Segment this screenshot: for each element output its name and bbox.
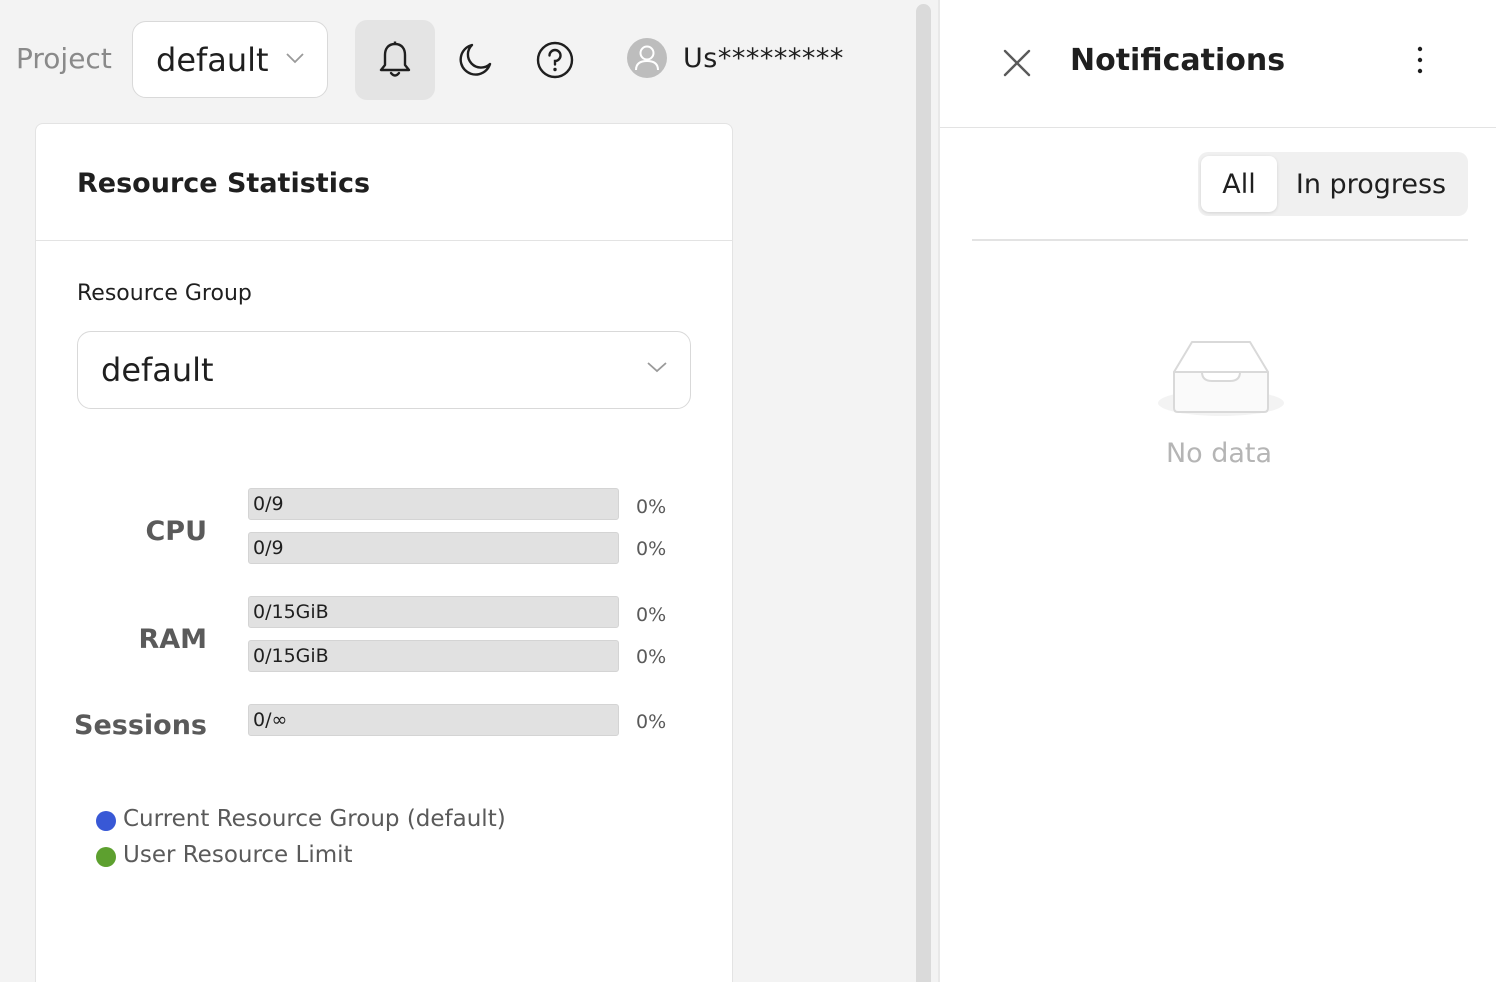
resource-statistics-card: Resource Statistics Resource Group defau… bbox=[35, 123, 733, 982]
resource-group-label: Resource Group bbox=[77, 281, 252, 306]
bar-value: 0/15GiB bbox=[253, 645, 329, 667]
legend-swatch bbox=[96, 810, 116, 831]
user-icon bbox=[635, 45, 659, 71]
tab-in-progress[interactable]: In progress bbox=[1286, 156, 1456, 212]
avatar bbox=[627, 38, 667, 78]
help-icon bbox=[536, 41, 574, 79]
project-select[interactable]: default bbox=[132, 21, 328, 98]
project-label: Project bbox=[16, 42, 112, 75]
bell-icon bbox=[379, 41, 411, 77]
notifications-button[interactable] bbox=[355, 20, 435, 100]
resource-group-value: default bbox=[101, 351, 214, 389]
ram-limit-percent: 0% bbox=[636, 646, 667, 668]
legend-swatch bbox=[96, 846, 116, 867]
cpu-limit-bar: 0/9 bbox=[248, 532, 619, 564]
user-menu[interactable]: Us********* bbox=[627, 38, 844, 78]
theme-toggle-button[interactable] bbox=[435, 20, 515, 100]
ram-current-percent: 0% bbox=[636, 604, 667, 626]
ram-current-bar: 0/15GiB bbox=[248, 596, 619, 628]
close-icon bbox=[1003, 49, 1031, 77]
app-root: Project default Us********* Resource Sta… bbox=[0, 0, 1496, 982]
empty-state-text: No data bbox=[1165, 438, 1273, 469]
close-button[interactable] bbox=[1000, 46, 1034, 80]
scrollbar-thumb[interactable] bbox=[916, 4, 931, 982]
moon-icon bbox=[459, 43, 492, 76]
username: Us********* bbox=[683, 42, 844, 74]
notification-filter-tabs: All In progress bbox=[1198, 152, 1468, 216]
bar-value: 0/15GiB bbox=[253, 601, 329, 623]
card-title: Resource Statistics bbox=[77, 167, 371, 199]
more-options-button[interactable] bbox=[1408, 44, 1432, 78]
cpu-current-bar: 0/9 bbox=[248, 488, 619, 520]
project-select-value: default bbox=[156, 40, 269, 79]
cpu-limit-percent: 0% bbox=[636, 538, 667, 560]
bar-value: 0/∞ bbox=[253, 709, 288, 731]
bar-value: 0/9 bbox=[253, 493, 284, 515]
chevron-down-icon bbox=[647, 362, 667, 373]
chevron-down-icon bbox=[286, 53, 304, 64]
legend-current-group: Current Resource Group (default) bbox=[96, 806, 506, 832]
tab-all[interactable]: All bbox=[1201, 156, 1277, 212]
cpu-current-percent: 0% bbox=[636, 496, 667, 518]
sessions-label: Sessions bbox=[74, 710, 207, 741]
cpu-label: CPU bbox=[145, 516, 207, 547]
empty-inbox-icon bbox=[1158, 341, 1284, 416]
notifications-drawer: Notifications All In progress No data bbox=[938, 0, 1496, 982]
legend-label: User Resource Limit bbox=[123, 842, 353, 868]
bar-value: 0/9 bbox=[253, 537, 284, 559]
drawer-header: Notifications bbox=[940, 0, 1496, 128]
sessions-bar: 0/∞ bbox=[248, 704, 619, 736]
resource-group-select[interactable]: default bbox=[77, 331, 691, 409]
ram-limit-bar: 0/15GiB bbox=[248, 640, 619, 672]
divider bbox=[972, 239, 1468, 241]
drawer-title: Notifications bbox=[1070, 43, 1286, 78]
ram-label: RAM bbox=[138, 624, 207, 655]
help-button[interactable] bbox=[515, 20, 595, 100]
more-vertical-icon bbox=[1417, 46, 1423, 74]
sessions-percent: 0% bbox=[636, 711, 667, 733]
legend-user-limit: User Resource Limit bbox=[96, 842, 353, 868]
card-header: Resource Statistics bbox=[36, 124, 732, 241]
legend-label: Current Resource Group (default) bbox=[123, 806, 506, 832]
